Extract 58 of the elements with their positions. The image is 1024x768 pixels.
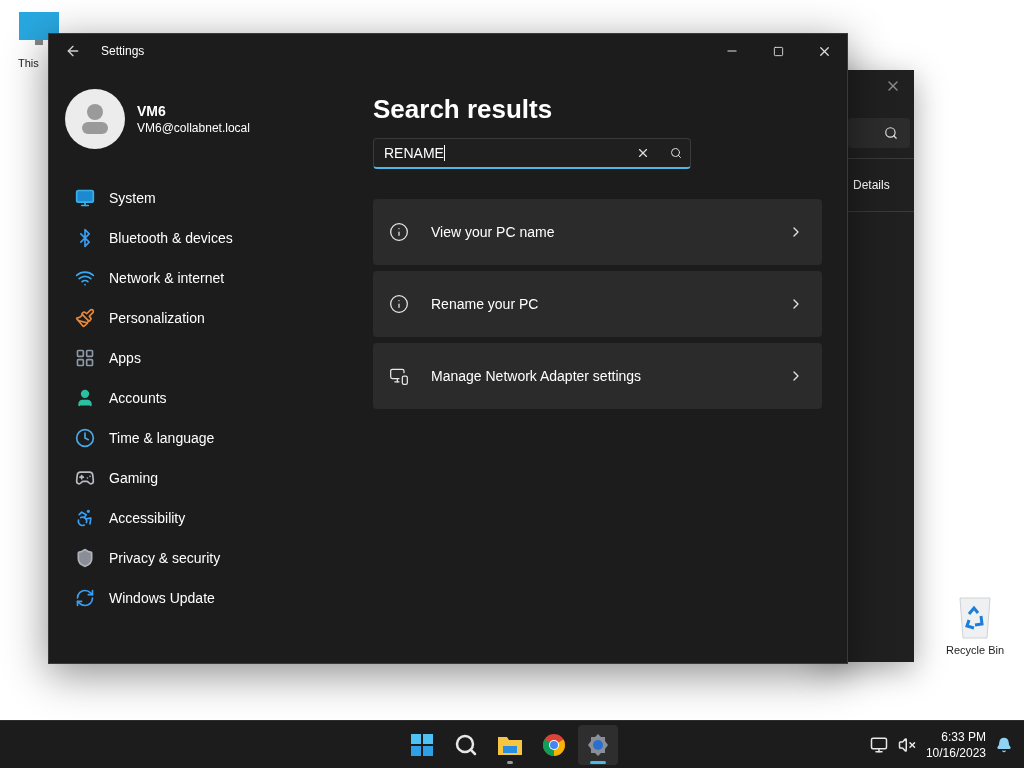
window-title: Settings [101,43,145,60]
nav-item[interactable]: Accessibility [65,500,357,536]
user-name: VM6 [137,102,167,120]
clear-icon[interactable] [636,146,650,160]
clock-time: 6:33 PM [941,728,986,745]
search-icon [454,732,478,757]
search-icon[interactable] [670,147,682,159]
wifi-icon [75,268,95,288]
maximize-icon [772,45,784,57]
monitor-icon [17,12,61,46]
nav-item[interactable]: Windows Update [65,580,357,616]
accessibility-icon [75,508,95,528]
nav-item[interactable]: Time & language [65,420,357,456]
update-icon [75,588,95,608]
muted-speaker-icon[interactable] [897,735,916,754]
nav-item[interactable]: Gaming [65,460,357,496]
icon-label: This [18,56,39,71]
result-card[interactable]: View your PC name [373,199,822,265]
brush-icon [75,308,95,328]
search-field[interactable]: RENAME [373,138,691,169]
search-text: RENAME [384,143,444,163]
nav-item[interactable]: Privacy & security [65,540,357,576]
info-icon [389,222,409,242]
search-icon [884,126,898,140]
result-label: View your PC name [431,222,555,242]
icon-label: Recycle Bin [945,643,1005,658]
apps-icon [75,348,95,368]
nav-item[interactable]: Accounts [65,380,357,416]
person-icon [75,388,95,408]
nav-item[interactable]: System [65,180,357,216]
result-label: Rename your PC [431,294,539,314]
monitor-icon [75,188,95,208]
result-card[interactable]: Rename your PC [373,271,822,337]
windows-logo-icon [411,733,433,756]
browser-icon [542,732,566,757]
clock-icon [75,428,95,448]
clock-date: 10/16/2023 [925,744,986,761]
taskbar-button[interactable] [578,724,618,765]
nav-item[interactable]: Apps [65,340,357,376]
nav-item[interactable]: Network & internet [65,260,357,296]
nav-item[interactable]: Personalization [65,300,357,336]
running-indicator [590,760,606,764]
tab-label[interactable]: Details [848,176,890,194]
info-icon [389,294,409,314]
gear-icon [586,732,610,757]
back-icon[interactable] [65,43,81,59]
search-field[interactable] [848,118,910,148]
nav-item[interactable]: Bluetooth & devices [65,220,357,256]
result-card[interactable]: Manage Network Adapter settings [373,343,822,409]
user-email: VM6@collabnet.local [137,120,250,136]
running-indicator [507,760,513,764]
gamepad-icon [75,468,95,488]
notification-bell-icon[interactable] [996,736,1012,753]
recycle-bin-icon [957,596,993,640]
person-icon [81,103,109,135]
result-label: Manage Network Adapter settings [431,366,642,386]
shield-icon [75,548,95,568]
page-heading: Search results [373,93,554,126]
